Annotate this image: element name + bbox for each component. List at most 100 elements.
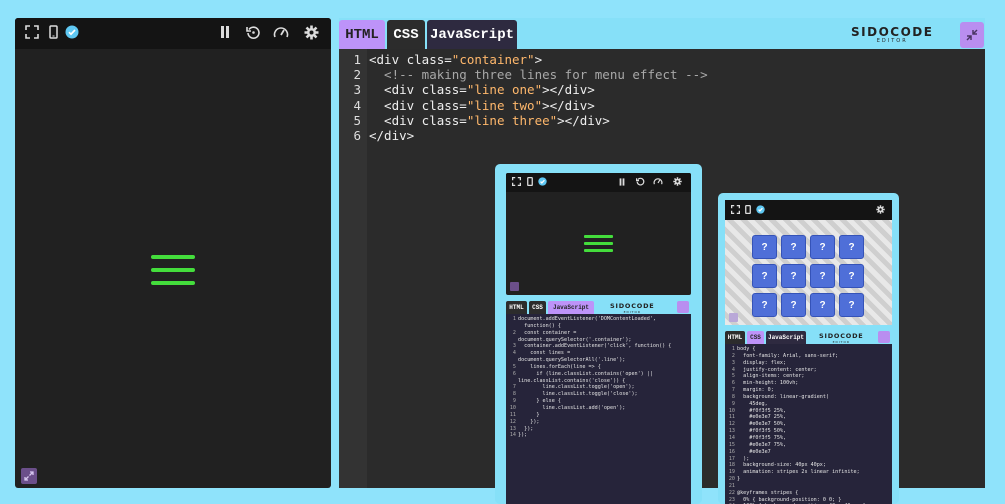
tab-css[interactable]: CSS [529, 301, 546, 314]
code-line: 1 body { [725, 346, 892, 353]
code-text: const container = [518, 329, 577, 336]
code-line: document.querySelectorAll('.line'); [506, 357, 691, 364]
memory-card[interactable]: ? [810, 264, 835, 288]
code-text: background: linear-gradient( [737, 393, 830, 400]
collapse-arrows-icon[interactable] [960, 22, 984, 48]
code-line: 13 }); [506, 426, 691, 433]
preview-toolbar [15, 18, 331, 49]
fullscreen-icon[interactable] [25, 25, 39, 39]
line-number: 15 [728, 441, 735, 448]
code-text: font-family: Arial, sans-serif; [737, 352, 839, 359]
mobile-icon[interactable] [49, 25, 58, 39]
memory-card[interactable]: ? [752, 264, 777, 288]
expand-arrows-icon[interactable] [21, 468, 37, 484]
tab-html[interactable]: HTML [339, 20, 385, 49]
settings-gear-icon[interactable] [673, 177, 682, 186]
tab-javascript[interactable]: JavaScript [766, 331, 806, 344]
line-number: 13 [509, 425, 516, 432]
check-circle-icon[interactable] [65, 25, 79, 39]
line-number: 10 [728, 407, 735, 414]
hamburger-menu-icon[interactable] [584, 235, 613, 253]
brand-name: SIDOCODE [819, 332, 864, 340]
code-text: <div class="container"> [369, 52, 543, 67]
code-text: min-height: 100vh; [737, 380, 799, 387]
tab-html[interactable]: HTML [725, 331, 745, 344]
tab-css[interactable]: CSS [747, 331, 764, 344]
line-number: 2 [512, 329, 516, 336]
code-line: function() { [506, 323, 691, 330]
preview-panel [15, 18, 331, 488]
line-number: 3 [731, 359, 735, 366]
pause-icon[interactable] [619, 178, 625, 186]
code-line: 9 45deg, [725, 401, 892, 408]
code-text: } [518, 411, 540, 418]
collapse-arrows-icon[interactable] [677, 301, 689, 313]
code-text: 0% { background-position: 0 0; } [737, 496, 842, 503]
tab-css[interactable]: CSS [387, 20, 425, 49]
code-text: <div class="line three"></div> [369, 112, 610, 128]
code-line: 17 ); [725, 456, 892, 463]
memory-card[interactable]: ? [752, 235, 777, 259]
card1-editor: HTML CSS JavaScript SIDOCODE EDITOR 1 docu… [506, 300, 691, 504]
hamburger-demo-card[interactable]: HTML CSS JavaScript SIDOCODE EDITOR 1 docu… [495, 164, 702, 504]
code-area[interactable]: 1 <div class="container"> 2 <!-- making th… [339, 52, 985, 143]
card1-code-area[interactable]: 1 document.addEventListener('DOMContentLo… [506, 316, 691, 439]
memory-card[interactable]: ? [839, 264, 864, 288]
fullscreen-icon[interactable] [512, 177, 521, 186]
check-circle-icon[interactable] [538, 177, 547, 186]
memory-game-card[interactable]: ???????????? HTML CSS JavaScript SIDOCOD… [718, 193, 899, 504]
memory-card[interactable]: ? [810, 293, 835, 317]
fullscreen-icon[interactable] [731, 205, 740, 214]
mobile-icon[interactable] [745, 205, 751, 214]
code-line: 6 </div> [339, 128, 985, 143]
restart-icon[interactable] [246, 25, 261, 40]
code-text: justify-content: center; [737, 366, 817, 373]
line-number: 2 [731, 352, 735, 359]
memory-card[interactable]: ? [781, 235, 806, 259]
code-text: line.classList.add('open'); [518, 404, 626, 411]
line-number: 8 [512, 391, 516, 398]
code-line: 3 <div class="line one"></div> [339, 82, 985, 97]
settings-gear-icon[interactable] [876, 205, 885, 214]
memory-card[interactable]: ? [752, 293, 777, 317]
sidocode-logo: SIDOCODE EDITOR [610, 302, 655, 314]
line-number: 4 [353, 97, 361, 113]
collapse-arrows-icon[interactable] [878, 331, 890, 343]
code-line: 15 #e0e3e7 75%, [725, 442, 892, 449]
expand-arrows-icon[interactable] [510, 282, 519, 291]
code-text: #e0e3e7 75%, [737, 441, 787, 448]
memory-card[interactable]: ? [839, 235, 864, 259]
code-text: function() { [518, 322, 561, 329]
tab-javascript[interactable]: JavaScript [427, 20, 517, 49]
speed-icon[interactable] [273, 25, 289, 40]
memory-card[interactable]: ? [810, 235, 835, 259]
tab-html[interactable]: HTML [506, 301, 527, 314]
code-line: 6 min-height: 100vh; [725, 380, 892, 387]
hamburger-menu-icon[interactable] [151, 255, 195, 287]
restart-icon[interactable] [636, 177, 645, 186]
mobile-icon[interactable] [527, 177, 533, 186]
memory-card[interactable]: ? [781, 293, 806, 317]
line-number: 3 [512, 343, 516, 350]
tab-javascript[interactable]: JavaScript [548, 301, 594, 314]
expand-arrows-icon[interactable] [729, 313, 738, 322]
line-number: 8 [731, 393, 735, 400]
check-circle-icon[interactable] [756, 205, 765, 214]
pause-icon[interactable] [220, 26, 230, 38]
speed-icon[interactable] [653, 177, 663, 186]
card2-code-area[interactable]: 1 body {2 font-family: Arial, sans-serif;… [725, 346, 892, 504]
code-text: document.querySelector('.container'); [518, 336, 632, 343]
code-line: 22 @keyframes stripes { [725, 490, 892, 497]
memory-card[interactable]: ? [839, 293, 864, 317]
memory-card[interactable]: ? [781, 264, 806, 288]
code-line: 9 } else { [506, 398, 691, 405]
code-text: } else { [518, 398, 561, 405]
settings-gear-icon[interactable] [304, 25, 319, 40]
line-number: 1 [512, 316, 516, 322]
line-number: 9 [731, 400, 735, 407]
code-line: 23 0% { background-position: 0 0; } [725, 497, 892, 504]
card2-preview: ???????????? [725, 200, 892, 325]
card1-preview [506, 173, 691, 295]
brand-subtitle: EDITOR [623, 310, 641, 314]
line-number: 13 [728, 428, 735, 435]
